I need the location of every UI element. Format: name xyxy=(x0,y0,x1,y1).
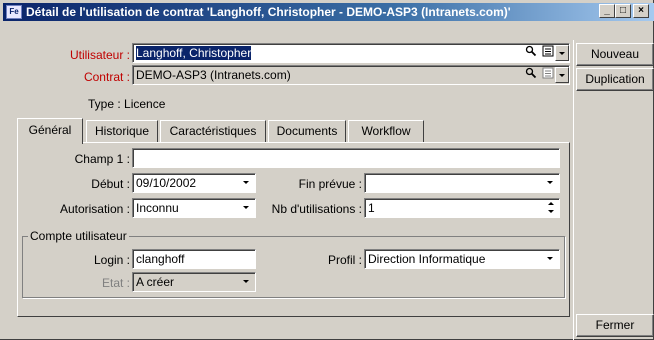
champ1-label: Champ 1 : xyxy=(74,152,130,166)
nb-utilisations-field[interactable]: 1 xyxy=(364,198,560,218)
fin-prevue-label: Fin prévue : xyxy=(298,177,362,191)
autorisation-select[interactable]: Inconnu xyxy=(132,198,256,218)
profil-value: Direction Informatique xyxy=(368,252,486,266)
login-label: Login : xyxy=(93,253,130,267)
dropdown-arrow-icon[interactable] xyxy=(240,175,254,191)
dropdown-arrow-icon[interactable] xyxy=(544,175,558,191)
debut-value: 09/10/2002 xyxy=(136,176,197,190)
fin-prevue-field[interactable] xyxy=(364,173,560,193)
profil-select[interactable]: Direction Informatique xyxy=(364,249,560,269)
compte-utilisateur-legend: Compte utilisateur xyxy=(28,229,129,243)
dropdown-arrow-icon[interactable] xyxy=(240,274,254,290)
autorisation-label: Autorisation : xyxy=(59,202,130,216)
autorisation-value: Inconnu xyxy=(136,201,179,215)
etat-label: Etat : xyxy=(101,276,130,290)
dropdown-arrow-icon[interactable] xyxy=(544,251,558,267)
champ1-field[interactable] xyxy=(132,148,560,168)
debut-label: Début : xyxy=(91,177,130,191)
spinner-arrows-icon[interactable] xyxy=(545,199,557,217)
nb-utilisations-value: 1 xyxy=(368,201,375,215)
profil-label: Profil : xyxy=(327,253,362,267)
etat-select[interactable]: A créer xyxy=(132,272,256,292)
login-value: clanghoff xyxy=(136,252,185,266)
etat-value: A créer xyxy=(136,275,175,289)
general-form: Champ 1 : Début : 09/10/2002 Fin prévue … xyxy=(0,0,654,340)
nb-utilisations-label: Nb d'utilisations : xyxy=(271,202,362,216)
debut-field[interactable]: 09/10/2002 xyxy=(132,173,256,193)
login-field[interactable]: clanghoff xyxy=(132,249,256,269)
contract-usage-window: Fe Détail de l'utilisation de contrat 'L… xyxy=(0,0,654,340)
